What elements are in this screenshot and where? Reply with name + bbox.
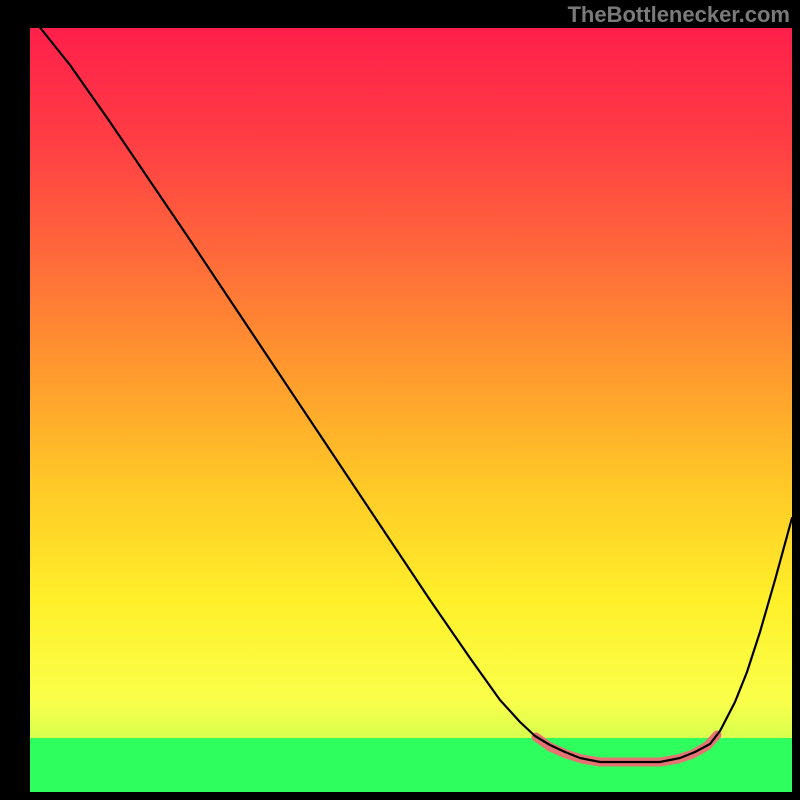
- bottleneck-chart: [0, 0, 800, 800]
- green-band: [30, 738, 792, 792]
- watermark-text: TheBottlenecker.com: [567, 2, 790, 28]
- plot-area: [30, 15, 792, 792]
- chart-container: TheBottlenecker.com: [0, 0, 800, 800]
- gradient-background: [30, 28, 792, 792]
